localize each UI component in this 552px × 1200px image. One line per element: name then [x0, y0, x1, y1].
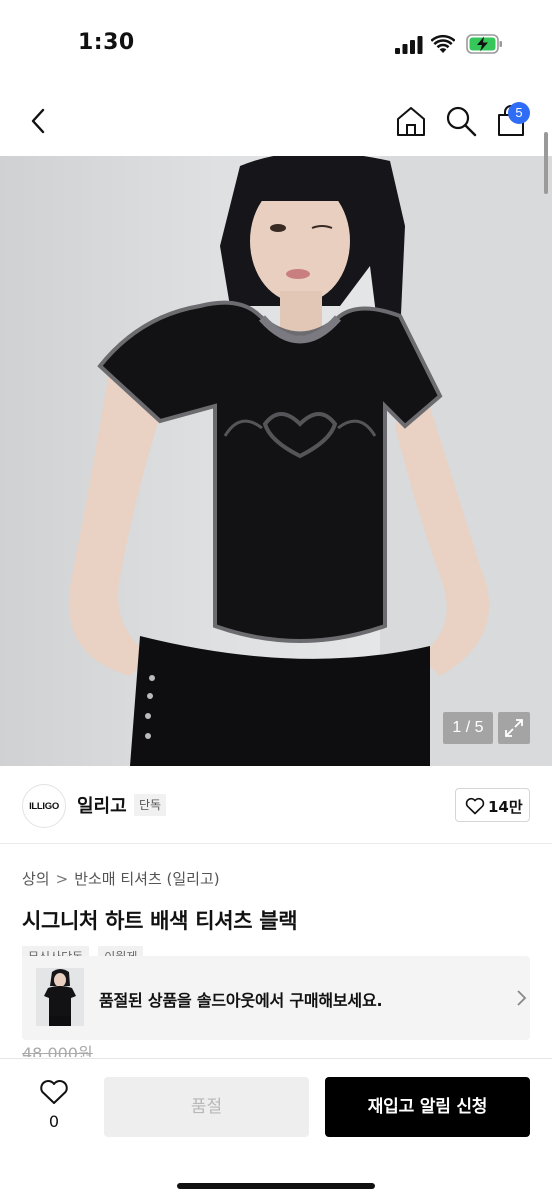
scrollbar-thumb[interactable]: [544, 132, 548, 194]
brand-logo[interactable]: ILLIGO: [22, 784, 66, 828]
product-image-carousel[interactable]: 1 / 5: [0, 156, 552, 766]
restock-alert-button[interactable]: 재입고 알림 신청: [325, 1077, 530, 1137]
breadcrumb: 상의 > 반소매 티셔츠 (일리고): [22, 868, 220, 889]
heart-icon: [465, 797, 485, 815]
banner-thumbnail: [36, 968, 84, 1026]
wishlist-count: 0: [48, 1112, 60, 1131]
image-counter: 1 / 5: [443, 712, 493, 744]
brand-name[interactable]: 일리고: [77, 792, 127, 818]
like-button[interactable]: 14만: [455, 788, 530, 822]
home-icon[interactable]: [394, 104, 428, 138]
home-indicator: [177, 1183, 375, 1189]
soldout-button[interactable]: 품절: [104, 1077, 309, 1137]
status-time: 1:30: [78, 30, 135, 55]
product-title: 시그니처 하트 배색 티셔츠 블랙: [22, 909, 298, 933]
wifi-icon: [431, 34, 455, 53]
original-price: 48,000원: [22, 1044, 93, 1057]
status-bar: 1:30: [0, 0, 552, 90]
chevron-right-small-icon: >: [55, 870, 69, 888]
like-count: 14만: [488, 798, 523, 816]
soldout-banner[interactable]: 품절된 상품을 솔드아웃에서 구매해보세요.: [22, 956, 530, 1040]
brand-logo-text: ILLIGO: [29, 801, 59, 812]
top-nav-bar: 5: [0, 90, 552, 156]
breadcrumb-subcategory[interactable]: 반소매 티셔츠 (일리고): [74, 870, 219, 888]
back-arrow-icon[interactable]: [24, 106, 54, 136]
brand-row: ILLIGO 일리고 단독 14만: [0, 766, 552, 844]
battery-charging-icon: [466, 34, 502, 54]
soldout-banner-text: 품절된 상품을 솔드아웃에서 구매해보세요.: [99, 991, 383, 1010]
product-photo: [68, 156, 552, 766]
heart-outline-icon: [40, 1080, 68, 1104]
exclusive-tag: 단독: [134, 794, 167, 816]
thumbnail-image: [36, 968, 84, 1026]
cellular-signal-icon: [395, 36, 423, 54]
expand-image-button[interactable]: [498, 712, 530, 744]
chevron-right-icon: [517, 990, 527, 1006]
bottom-action-bar: 0 품절 재입고 알림 신청: [0, 1058, 552, 1200]
search-icon[interactable]: [444, 104, 478, 138]
expand-icon: [505, 719, 523, 737]
breadcrumb-category[interactable]: 상의: [22, 870, 50, 888]
cart-count-badge: 5: [508, 102, 530, 124]
wishlist-button[interactable]: 0: [28, 1077, 80, 1139]
